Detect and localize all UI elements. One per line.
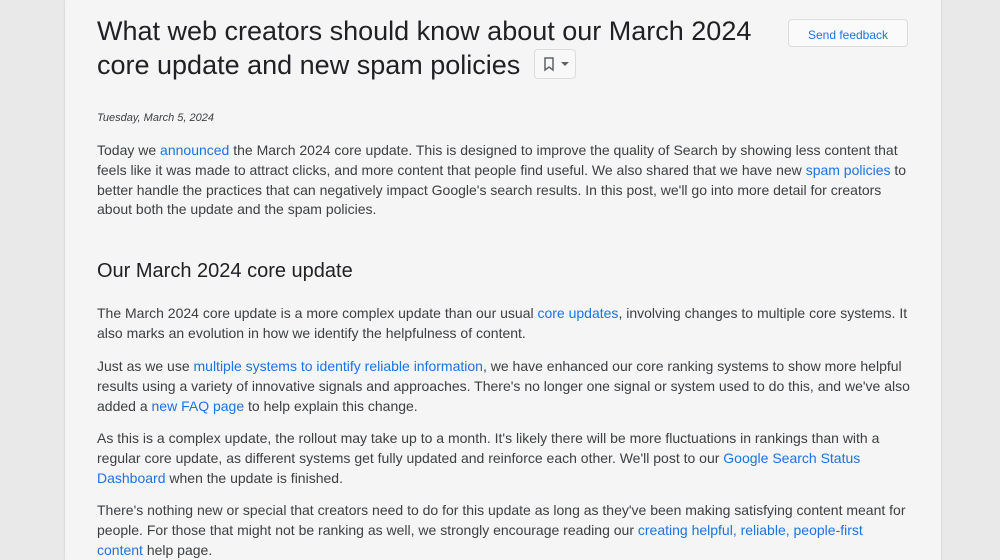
reliable-information-link[interactable]: multiple systems to identify reliable in… (194, 358, 483, 374)
core-update-paragraph: The March 2024 core update is a more com… (97, 304, 912, 344)
systems-paragraph: Just as we use multiple systems to ident… (97, 357, 912, 416)
text: Today we (97, 142, 161, 158)
title-line-1: What web creators should know about our … (97, 16, 752, 46)
announced-link[interactable]: announced (160, 142, 229, 158)
creators-paragraph: There's nothing new or special that crea… (97, 501, 912, 560)
rollout-paragraph: As this is a complex update, the rollout… (97, 429, 912, 488)
text: to help explain this change. (244, 397, 418, 414)
bookmark-icon (544, 57, 555, 72)
article-page: What web creators should know about our … (65, 0, 941, 560)
text: Just as we use (97, 358, 194, 374)
bookmark-button[interactable] (534, 48, 577, 79)
publish-date: Tuesday, March 5, 2024 (97, 112, 214, 124)
text: The March 2024 core update is a more com… (97, 305, 538, 321)
chevron-down-icon (561, 61, 570, 66)
title-line-2: core update and new spam policies (97, 48, 757, 82)
section-heading: Our March 2024 core update (97, 260, 353, 282)
spam-policies-link[interactable]: spam policies (806, 162, 891, 178)
page-title: What web creators should know about our … (97, 14, 757, 82)
core-updates-link[interactable]: core updates (537, 305, 618, 321)
text: help page. (142, 541, 213, 558)
intro-paragraph: Today we announced the March 2024 core u… (97, 141, 912, 220)
faq-page-link[interactable]: new FAQ page (152, 398, 245, 414)
title-line-2-text: core update and new spam policies (97, 50, 521, 80)
text: when the update is finished. (165, 469, 343, 486)
send-feedback-button[interactable]: Send feedback (788, 19, 908, 47)
